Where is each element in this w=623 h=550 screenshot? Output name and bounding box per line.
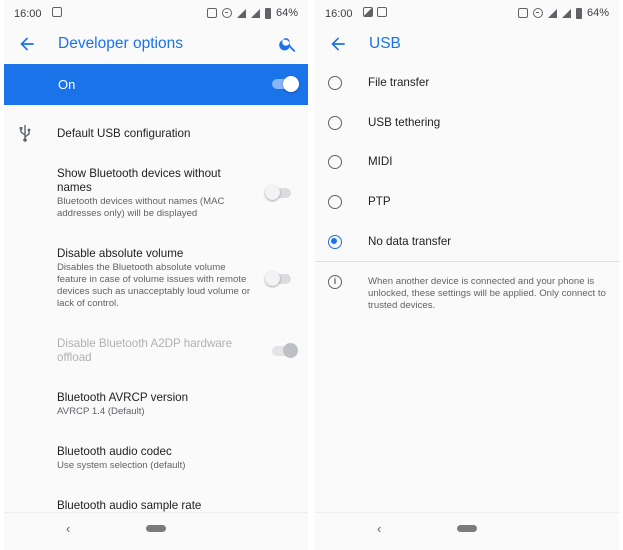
wifi-icon — [236, 8, 246, 18]
setting-summary: Bluetooth devices without names (MAC add… — [57, 196, 225, 219]
battery-percent: 64% — [586, 7, 609, 19]
usb-option-no-data-transfer[interactable]: No data transfer — [315, 225, 619, 259]
setting-show-bt-devices-without-names[interactable]: Show Bluetooth devices without names Blu… — [57, 167, 253, 220]
status-bar: 16:00 64% — [315, 0, 619, 26]
navigation-bar: ‹ — [4, 512, 308, 544]
usb-option-label: No data transfer — [368, 235, 452, 248]
master-switch-thumb[interactable] — [283, 76, 299, 92]
default-usb-configuration[interactable]: Default USB configuration — [57, 127, 190, 140]
radio-button[interactable] — [328, 155, 342, 169]
divider — [315, 261, 619, 262]
status-time: 16:00 — [325, 8, 353, 20]
battery-percent: 64% — [275, 7, 298, 19]
switch-show-bt-devices-without-names[interactable] — [265, 184, 293, 202]
page-title: Developer options — [58, 35, 183, 52]
wifi-icon — [547, 8, 557, 18]
setting-title: Bluetooth audio sample rate — [57, 499, 202, 512]
master-toggle-row[interactable]: On — [4, 64, 308, 105]
nav-back-icon[interactable]: ‹ — [66, 521, 70, 536]
usb-option-midi[interactable]: MIDI — [315, 145, 619, 179]
status-bar: 16:00 64% — [4, 0, 308, 26]
usb-option-file-transfer[interactable]: File transfer — [315, 66, 619, 100]
radio-button[interactable] — [328, 116, 342, 130]
gmail-notification-icon — [377, 7, 387, 17]
usb-info-text: When another device is connected and you… — [368, 276, 606, 311]
setting-title: Show Bluetooth devices without names — [57, 167, 221, 194]
usb-screen: 16:00 64% USB File transfer USB tetherin… — [315, 0, 619, 550]
signal-icon — [250, 8, 260, 18]
nav-home-pill[interactable] — [457, 525, 477, 532]
battery-icon — [264, 7, 271, 19]
setting-title: Bluetooth audio codec — [57, 445, 172, 458]
setting-disable-a2dp-offload: Disable Bluetooth A2DP hardware offload — [57, 337, 253, 365]
radio-button-selected[interactable] — [328, 235, 342, 249]
usb-option-label: File transfer — [368, 76, 430, 89]
nav-back-icon[interactable]: ‹ — [377, 521, 381, 536]
usb-option-ptp[interactable]: PTP — [315, 185, 619, 219]
battery-icon — [575, 7, 582, 19]
dnd-icon — [532, 8, 543, 18]
usb-option-label: USB tethering — [368, 116, 441, 129]
signal-icon — [561, 8, 571, 18]
back-arrow-icon[interactable] — [16, 34, 38, 54]
setting-summary: Use system selection (default) — [57, 460, 186, 471]
usb-option-usb-tethering[interactable]: USB tethering — [315, 106, 619, 140]
nav-home-pill[interactable] — [146, 525, 166, 532]
app-bar: Developer options — [4, 26, 308, 62]
search-icon[interactable] — [278, 34, 298, 54]
setting-title: Bluetooth AVRCP version — [57, 391, 189, 404]
setting-bt-audio-sample-rate[interactable]: Bluetooth audio sample rate — [57, 499, 253, 513]
page-title: USB — [369, 35, 401, 52]
setting-title: Disable Bluetooth A2DP hardware offload — [57, 337, 233, 364]
switch-disable-absolute-volume[interactable] — [265, 270, 293, 288]
setting-bt-audio-codec[interactable]: Bluetooth audio codec Use system selecti… — [57, 445, 253, 472]
setting-title: Disable absolute volume — [57, 247, 184, 260]
setting-summary: AVRCP 1.4 (Default) — [57, 406, 145, 417]
master-toggle-label: On — [58, 77, 76, 92]
usb-option-label: MIDI — [368, 155, 393, 168]
radio-button[interactable] — [328, 76, 342, 90]
screenshot-notification-icon — [363, 7, 373, 17]
setting-summary: Disables the Bluetooth absolute volume f… — [57, 262, 251, 309]
vibrate-icon — [206, 8, 217, 18]
usb-icon — [19, 125, 31, 142]
back-arrow-icon[interactable] — [327, 34, 349, 54]
vibrate-icon — [517, 8, 528, 18]
app-bar: USB — [315, 26, 619, 62]
usb-option-label: PTP — [368, 195, 391, 208]
developer-options-screen: 16:00 64% Developer options On Default U… — [4, 0, 308, 550]
dnd-icon — [221, 8, 232, 18]
info-icon: i — [328, 275, 342, 289]
gmail-notification-icon — [52, 7, 62, 17]
navigation-bar: ‹ — [315, 512, 619, 544]
status-time: 16:00 — [14, 8, 42, 20]
setting-bt-avrcp-version[interactable]: Bluetooth AVRCP version AVRCP 1.4 (Defau… — [57, 391, 253, 418]
switch-disable-a2dp-offload — [272, 342, 298, 360]
radio-button[interactable] — [328, 195, 342, 209]
setting-disable-absolute-volume[interactable]: Disable absolute volume Disables the Blu… — [57, 247, 253, 310]
